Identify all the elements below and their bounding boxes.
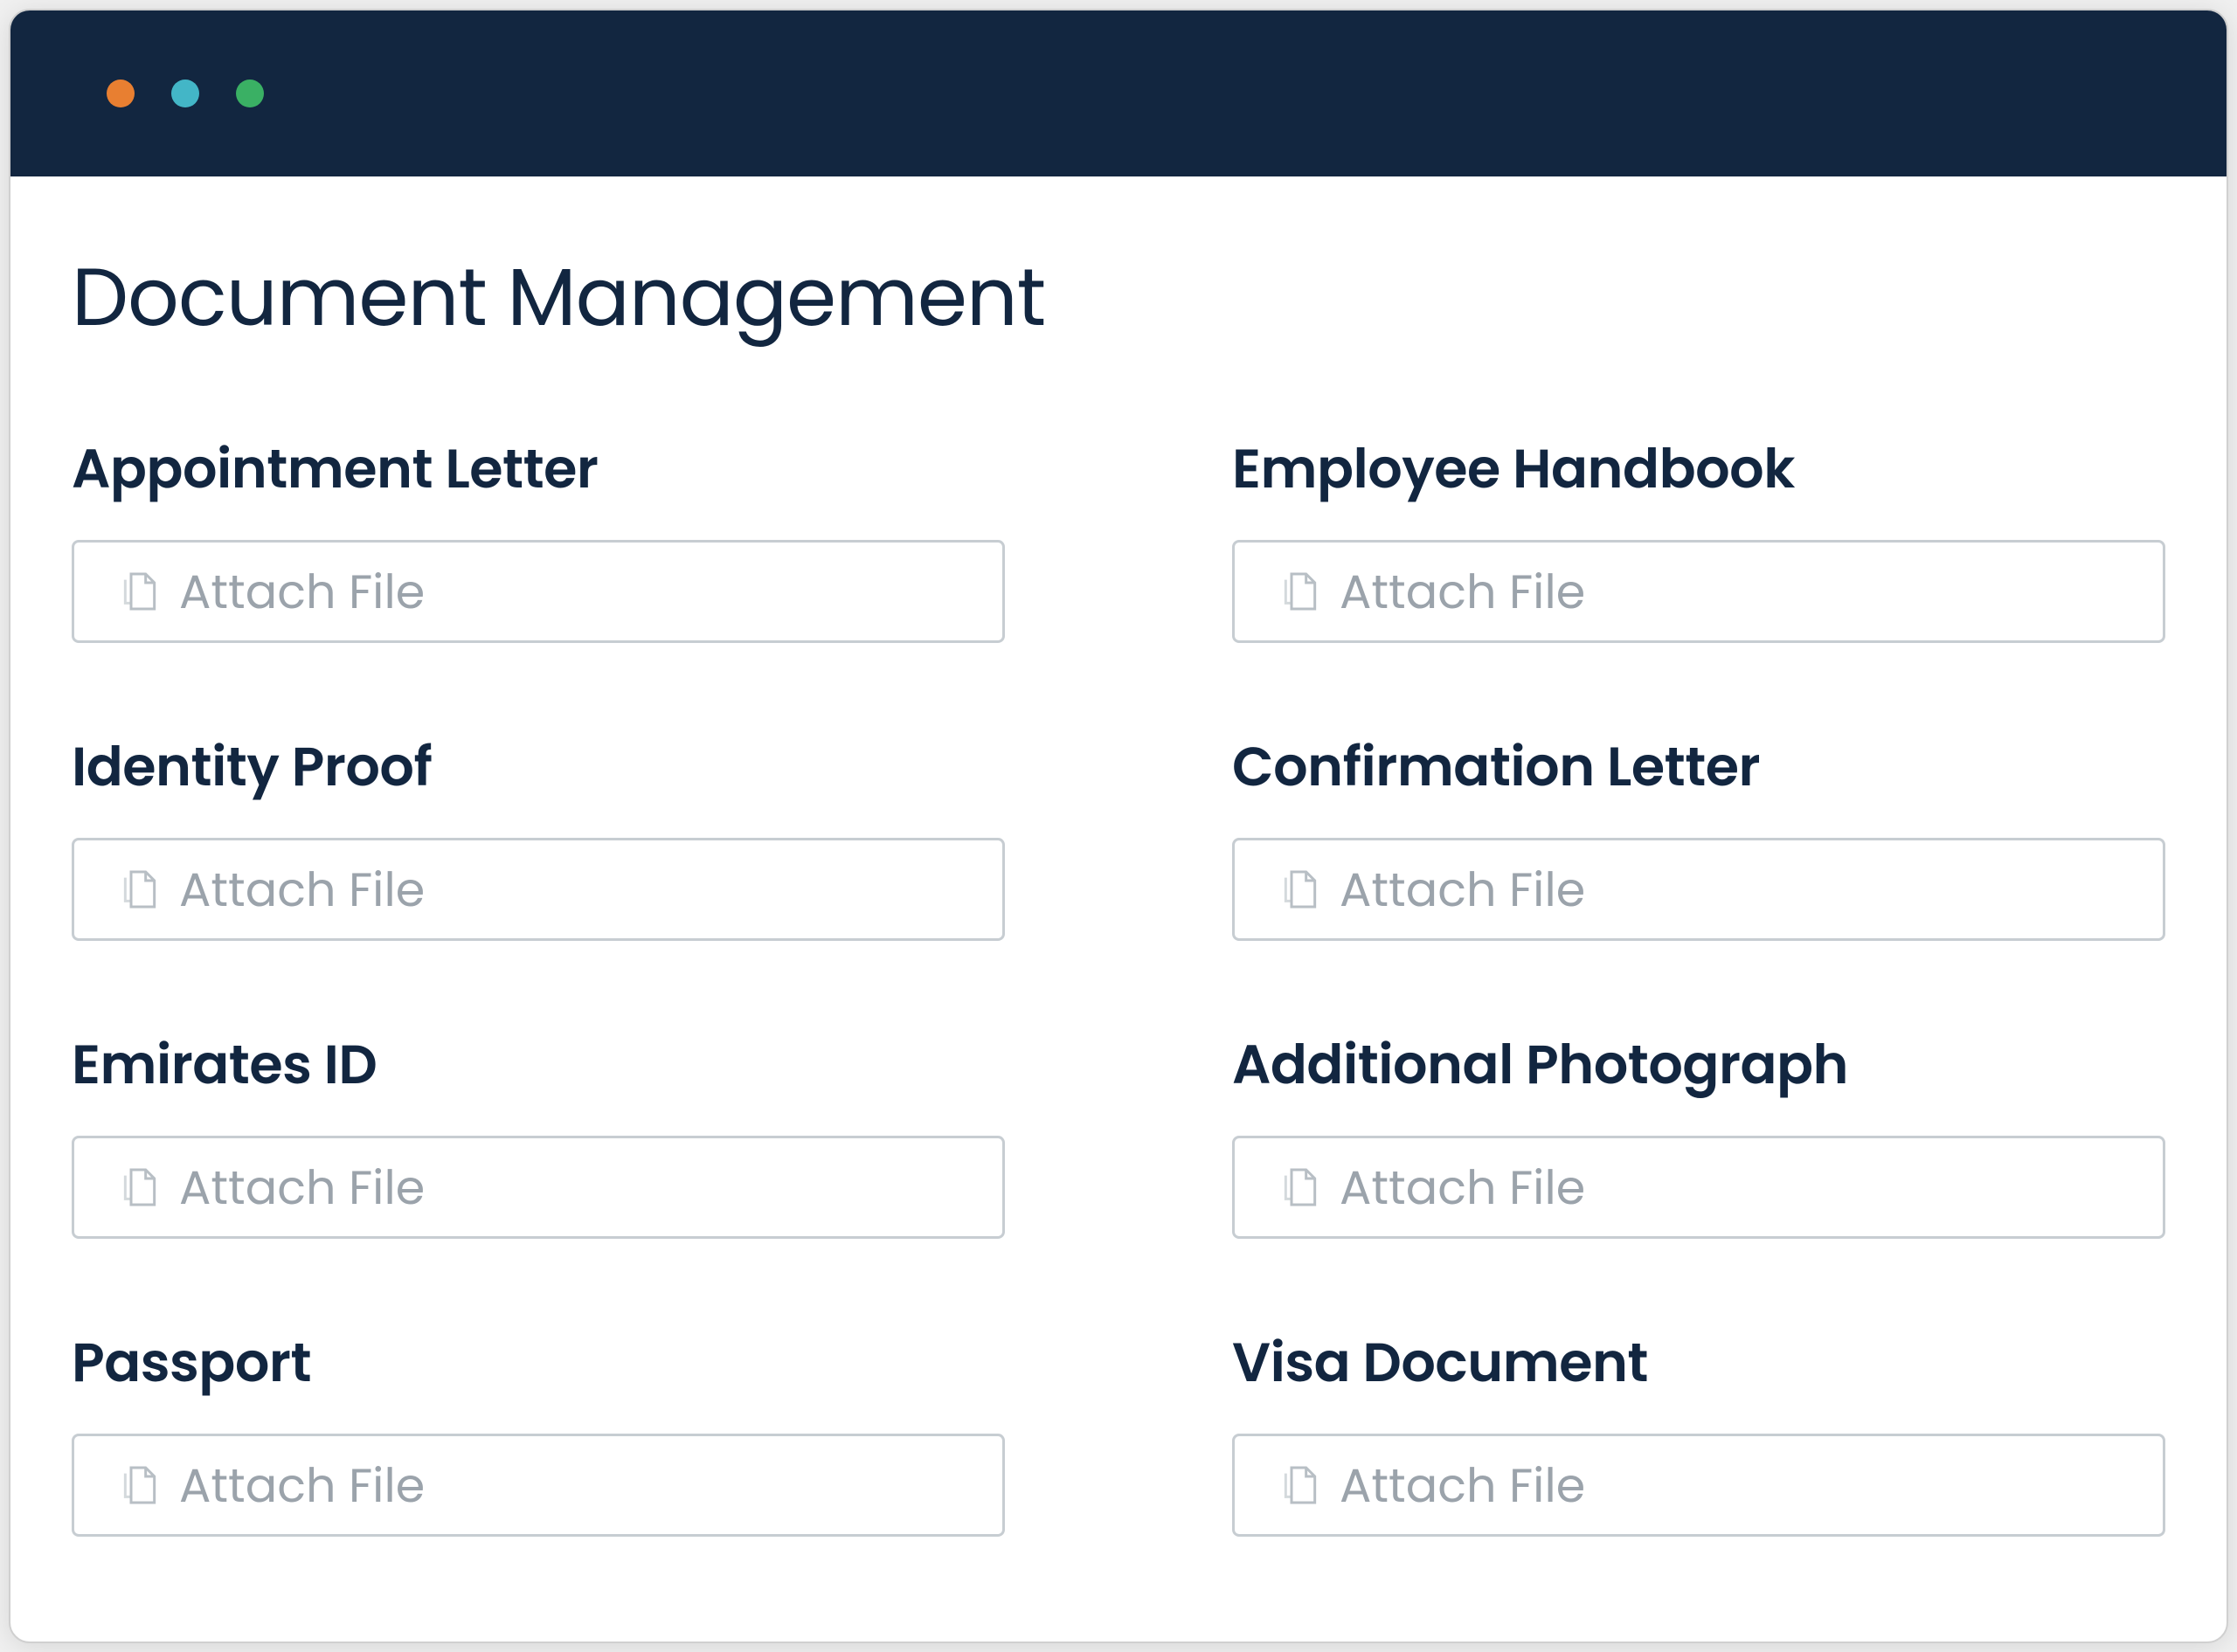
file-icon <box>122 868 157 910</box>
attach-file-label: Attach File <box>179 1450 425 1521</box>
field-label: Additional Photograph <box>1232 1024 2165 1105</box>
page-title: Document Management <box>72 238 2165 358</box>
attach-file-button[interactable]: Attach File <box>1232 540 2165 643</box>
field-passport: Passport Attach File <box>72 1322 1005 1537</box>
close-window-button[interactable] <box>107 79 135 107</box>
minimize-window-button[interactable] <box>171 79 199 107</box>
field-confirmation-letter: Confirmation Letter Attach File <box>1232 726 2165 941</box>
attach-file-button[interactable]: Attach File <box>72 838 1005 941</box>
attach-file-button[interactable]: Attach File <box>72 1434 1005 1537</box>
app-window: Document Management Appointment Letter A… <box>9 9 2228 1643</box>
file-icon <box>122 1166 157 1208</box>
field-appointment-letter: Appointment Letter Attach File <box>72 428 1005 643</box>
attach-file-label: Attach File <box>1340 1152 1585 1223</box>
attach-file-label: Attach File <box>179 854 425 925</box>
file-icon <box>122 570 157 612</box>
field-label: Passport <box>72 1322 1005 1403</box>
attach-file-label: Attach File <box>179 556 425 627</box>
attach-file-label: Attach File <box>1340 1450 1585 1521</box>
field-employee-handbook: Employee Handbook Attach File <box>1232 428 2165 643</box>
field-identity-proof: Identity Proof Attach File <box>72 726 1005 941</box>
attach-file-label: Attach File <box>1340 854 1585 925</box>
field-label: Appointment Letter <box>72 428 1005 509</box>
field-label: Visa Document <box>1232 1322 2165 1403</box>
attach-file-label: Attach File <box>179 1152 425 1223</box>
field-label: Employee Handbook <box>1232 428 2165 509</box>
maximize-window-button[interactable] <box>236 79 264 107</box>
file-icon <box>1283 868 1318 910</box>
content-area: Document Management Appointment Letter A… <box>10 176 2227 1642</box>
field-label: Emirates ID <box>72 1024 1005 1105</box>
attach-file-button[interactable]: Attach File <box>72 540 1005 643</box>
titlebar <box>10 10 2227 176</box>
field-additional-photograph: Additional Photograph Attach File <box>1232 1024 2165 1239</box>
attach-file-button[interactable]: Attach File <box>72 1136 1005 1239</box>
attach-file-button[interactable]: Attach File <box>1232 838 2165 941</box>
file-icon <box>1283 1166 1318 1208</box>
document-grid: Appointment Letter Attach File Employee … <box>72 428 2165 1537</box>
attach-file-button[interactable]: Attach File <box>1232 1434 2165 1537</box>
field-label: Confirmation Letter <box>1232 726 2165 807</box>
attach-file-button[interactable]: Attach File <box>1232 1136 2165 1239</box>
file-icon <box>1283 570 1318 612</box>
file-icon <box>122 1464 157 1506</box>
file-icon <box>1283 1464 1318 1506</box>
attach-file-label: Attach File <box>1340 556 1585 627</box>
field-label: Identity Proof <box>72 726 1005 807</box>
field-visa-document: Visa Document Attach File <box>1232 1322 2165 1537</box>
field-emirates-id: Emirates ID Attach File <box>72 1024 1005 1239</box>
